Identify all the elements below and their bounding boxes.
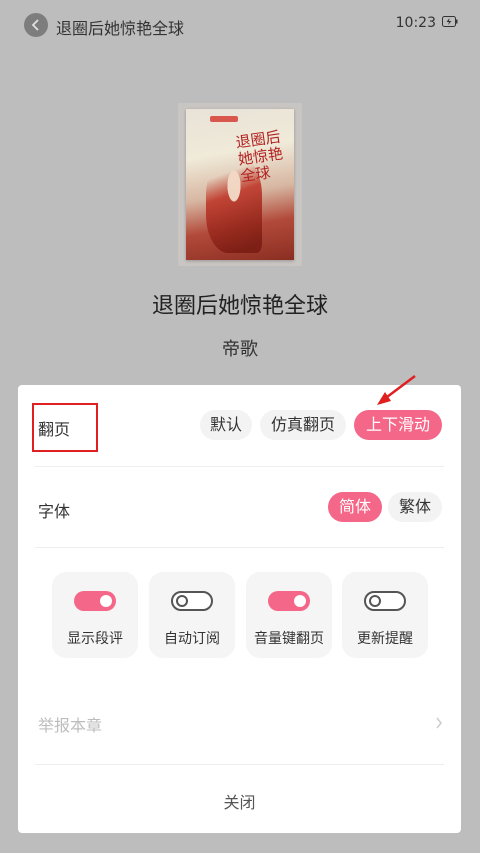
publisher-logo: [210, 116, 238, 122]
page-turn-option-default[interactable]: 默认: [200, 410, 252, 440]
toggle-card-show-comments[interactable]: 显示段评: [52, 572, 138, 658]
book-cover: 退圈后她惊艳全球: [178, 103, 302, 266]
close-button[interactable]: 关闭: [18, 789, 461, 813]
auto-subscribe-toggle[interactable]: [171, 591, 213, 611]
page-turn-label: 翻页: [38, 420, 71, 439]
toggle-knob: [176, 595, 188, 607]
toggle-knob: [369, 595, 381, 607]
auto-subscribe-label: 自动订阅: [164, 631, 220, 647]
volume-key-turn-label: 音量键翻页: [254, 631, 324, 647]
settings-panel: 翻页 默认 仿真翻页 上下滑动 字体 简体 繁体 显示段评 自动订阅 音量键翻页…: [18, 375, 461, 833]
book-author: 帝歌: [222, 339, 258, 360]
divider: [35, 764, 444, 765]
report-chapter-button[interactable]: 举报本章: [38, 712, 102, 736]
toggle-knob: [100, 595, 112, 607]
volume-key-turn-toggle[interactable]: [268, 591, 310, 611]
font-label: 字体: [38, 502, 71, 521]
font-option-traditional[interactable]: 繁体: [388, 492, 442, 522]
page-turn-option-scroll[interactable]: 上下滑动: [354, 410, 442, 440]
back-button[interactable]: [24, 13, 48, 37]
battery-charging-icon: [442, 16, 458, 27]
cover-artwork: 退圈后她惊艳全球: [186, 109, 294, 260]
page-turn-option-simulated[interactable]: 仿真翻页: [260, 410, 346, 440]
font-option-simplified[interactable]: 简体: [328, 492, 382, 522]
toggle-card-auto-subscribe[interactable]: 自动订阅: [149, 572, 235, 658]
toggle-knob: [294, 595, 306, 607]
show-comments-label: 显示段评: [67, 631, 123, 647]
book-title: 退圈后她惊艳全球: [151, 294, 328, 319]
annotation-arrow-icon: [377, 375, 416, 405]
chevron-right-icon: [436, 717, 442, 729]
cover-art-title: 退圈后她惊艳全球: [234, 127, 285, 186]
show-comments-toggle[interactable]: [74, 591, 116, 611]
toggle-card-volume-key-turn[interactable]: 音量键翻页: [246, 572, 332, 658]
chevron-left-icon: [31, 19, 39, 31]
divider: [35, 547, 444, 548]
header-book-title: 退圈后她惊艳全球: [56, 19, 185, 38]
divider: [35, 466, 444, 467]
top-bar: 退圈后她惊艳全球 10:23: [0, 0, 480, 50]
toggle-card-update-reminder[interactable]: 更新提醒: [342, 572, 428, 658]
update-reminder-toggle[interactable]: [364, 591, 406, 611]
update-reminder-label: 更新提醒: [357, 631, 413, 647]
status-time: 10:23: [395, 15, 436, 31]
